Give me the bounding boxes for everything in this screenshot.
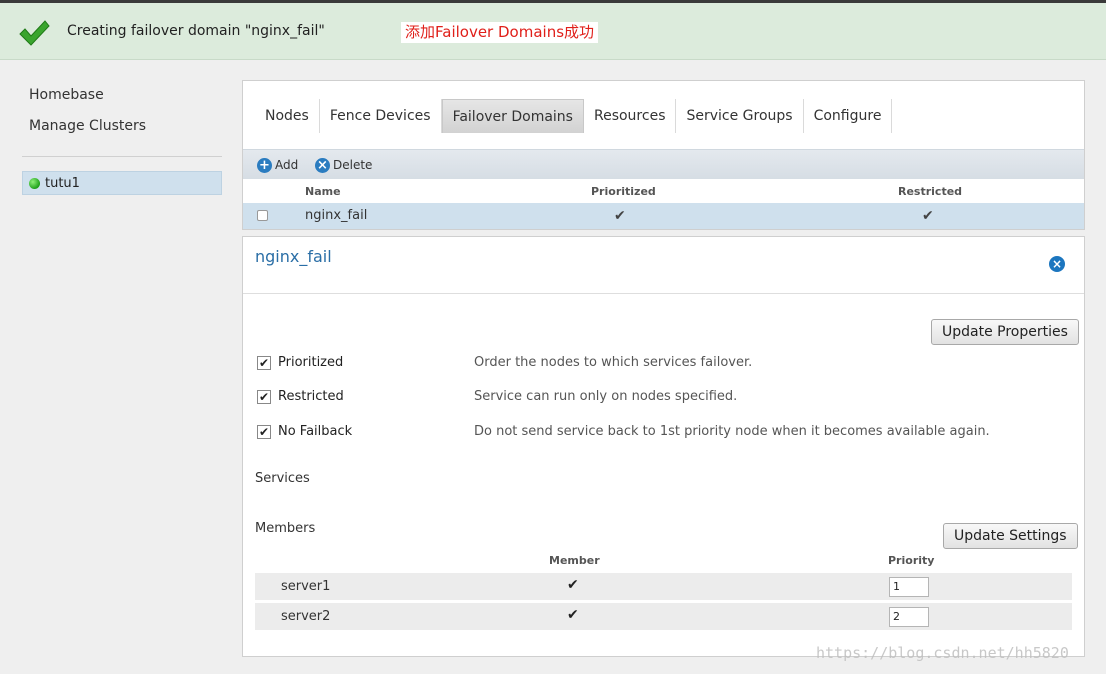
- tab-label: Nodes: [265, 108, 309, 124]
- column-header-member: Member: [549, 554, 600, 567]
- status-online-icon: [29, 178, 40, 189]
- member-name: server2: [281, 609, 331, 624]
- option-description: Do not send service back to 1st priority…: [474, 424, 990, 439]
- check-icon: ✔: [614, 208, 626, 224]
- close-icon[interactable]: ×: [1049, 256, 1065, 272]
- member-checkbox[interactable]: ✔: [567, 608, 581, 622]
- column-header-prioritized[interactable]: Prioritized: [591, 185, 656, 198]
- tab-nodes[interactable]: Nodes: [255, 99, 320, 133]
- option-description: Service can run only on nodes specified.: [474, 389, 738, 404]
- tab-label: Configure: [813, 108, 882, 124]
- domain-name-cell: nginx_fail: [305, 208, 368, 223]
- tab-label: Service Groups: [686, 108, 793, 124]
- tab-label: Fence Devices: [329, 108, 431, 124]
- table-row: server2 ✔ 2: [255, 603, 1072, 630]
- members-label: Members: [255, 521, 316, 536]
- notification-message: Creating failover domain "nginx_fail": [67, 23, 325, 39]
- column-header-name[interactable]: Name: [305, 185, 341, 198]
- member-checkbox[interactable]: ✔: [567, 578, 581, 592]
- table-row[interactable]: nginx_fail ✔ ✔: [243, 203, 1084, 229]
- column-header-restricted[interactable]: Restricted: [898, 185, 962, 198]
- option-label: Prioritized: [278, 355, 344, 370]
- priority-input[interactable]: 1: [889, 577, 929, 597]
- notification-bar: Creating failover domain "nginx_fail" 添加…: [0, 3, 1106, 60]
- detail-divider: [243, 293, 1084, 294]
- checkmark-icon: [19, 20, 50, 46]
- tab-label: Resources: [593, 108, 666, 124]
- update-properties-button[interactable]: Update Properties: [931, 319, 1079, 345]
- domain-table-header: Name Prioritized Restricted: [243, 180, 1084, 202]
- option-label: No Failback: [278, 424, 353, 439]
- cluster-panel: Nodes Fence Devices Failover Domains Res…: [242, 80, 1085, 230]
- notification-annotation: 添加Failover Domains成功: [401, 22, 599, 43]
- sidebar-link-manage-clusters[interactable]: Manage Clusters: [22, 111, 222, 142]
- sidebar: Homebase Manage Clusters tutu1: [22, 80, 222, 195]
- sidebar-cluster-item[interactable]: tutu1: [22, 171, 222, 195]
- option-label: Restricted: [278, 389, 344, 404]
- watermark: https://blog.csdn.net/hh5820: [816, 644, 1069, 662]
- tab-fence-devices[interactable]: Fence Devices: [320, 99, 442, 133]
- row-select-checkbox[interactable]: [257, 210, 268, 221]
- add-label: Add: [275, 158, 299, 172]
- add-button[interactable]: + Add: [257, 156, 298, 174]
- restricted-checkbox[interactable]: ✔: [257, 390, 271, 404]
- close-circle-icon: ×: [315, 158, 330, 173]
- prioritized-checkbox[interactable]: ✔: [257, 356, 271, 370]
- sidebar-link-homebase[interactable]: Homebase: [22, 80, 222, 111]
- tab-label: Failover Domains: [452, 109, 573, 125]
- tab-failover-domains[interactable]: Failover Domains: [441, 99, 584, 133]
- tab-bar: Nodes Fence Devices Failover Domains Res…: [255, 99, 893, 133]
- tab-service-groups[interactable]: Service Groups: [676, 99, 804, 133]
- domain-detail-panel: nginx_fail × Update Properties ✔ Priorit…: [242, 236, 1085, 657]
- toolbar: + Add × Delete: [243, 149, 1084, 179]
- no-failback-checkbox[interactable]: ✔: [257, 425, 271, 439]
- option-description: Order the nodes to which services failov…: [474, 355, 753, 370]
- domain-title: nginx_fail: [255, 247, 332, 266]
- delete-label: Delete: [333, 158, 373, 172]
- cluster-name: tutu1: [45, 176, 80, 191]
- table-row: server1 ✔ 1: [255, 573, 1072, 600]
- update-settings-button[interactable]: Update Settings: [943, 523, 1078, 549]
- plus-icon: +: [257, 158, 272, 173]
- priority-input[interactable]: 2: [889, 607, 929, 627]
- check-icon: ✔: [922, 208, 934, 224]
- sidebar-divider: [22, 156, 222, 157]
- member-name: server1: [281, 579, 331, 594]
- tab-resources[interactable]: Resources: [584, 99, 677, 133]
- delete-button[interactable]: × Delete: [315, 156, 372, 174]
- column-header-priority: Priority: [888, 554, 935, 567]
- services-label: Services: [255, 471, 310, 486]
- tab-configure[interactable]: Configure: [804, 99, 893, 133]
